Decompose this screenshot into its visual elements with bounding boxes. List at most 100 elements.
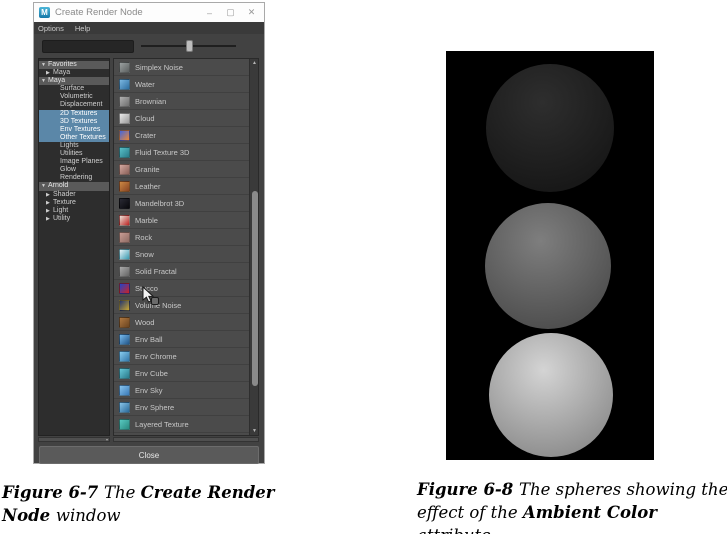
hscroll-arrow-icon: ▾ <box>106 438 108 442</box>
node-label: Crater <box>135 131 156 140</box>
tree-arrow-icon: ▼ <box>41 182 48 190</box>
tree-item-label: Other Textures <box>60 134 106 142</box>
icon-size-slider[interactable] <box>141 40 236 52</box>
tree-item-label: Lights <box>60 142 79 150</box>
node-list-item[interactable]: Rock <box>114 229 249 246</box>
tree-item[interactable]: ▶ Light <box>39 207 109 215</box>
node-list-item[interactable]: Volume Noise <box>114 297 249 314</box>
search-input[interactable] <box>42 40 134 53</box>
close-window-button[interactable]: ✕ <box>241 5 262 20</box>
scroll-down-icon[interactable]: ▼ <box>250 427 259 435</box>
list-hscrollbar[interactable] <box>113 437 259 442</box>
node-list-item[interactable]: Env Ball <box>114 331 249 348</box>
node-list-item[interactable]: Env Sphere <box>114 399 249 416</box>
maya-app-icon: M <box>39 7 50 18</box>
scrollbar-thumb[interactable] <box>252 191 258 387</box>
tree-item-label: Surface <box>60 85 84 93</box>
tree-item[interactable]: Image Planes <box>39 158 109 166</box>
tree-item[interactable]: Displacement <box>39 101 109 109</box>
node-label: Solid Fractal <box>135 267 177 276</box>
maximize-button[interactable]: ▢ <box>220 5 241 20</box>
node-label: Rock <box>135 233 152 242</box>
tree-item[interactable]: Utilities <box>39 150 109 158</box>
tree-item[interactable]: Surface <box>39 85 109 93</box>
node-label: Fluid Texture 3D <box>135 148 189 157</box>
tree-item[interactable]: ▶ Shader <box>39 191 109 199</box>
node-list-item[interactable]: Fluid Texture 3D <box>114 144 249 161</box>
node-icon <box>119 368 130 379</box>
tree-item-label: Maya <box>48 77 65 85</box>
spheres-figure-image <box>446 51 654 460</box>
panels: ▼ Favorites ▶ Maya ▼ Maya <box>34 58 264 436</box>
node-list-item[interactable]: Solid Fractal <box>114 263 249 280</box>
tree-item[interactable]: Lights <box>39 142 109 150</box>
node-icon <box>119 79 130 90</box>
menu-item[interactable]: Help <box>75 24 90 33</box>
node-label: Env Ball <box>135 335 163 344</box>
tree-item-label: Image Planes <box>60 158 103 166</box>
window-titlebar[interactable]: M Create Render Node – ▢ ✕ <box>34 3 264 22</box>
tree-item[interactable]: ▼ Maya <box>39 77 109 85</box>
tree-item[interactable]: ▶ Utility <box>39 215 109 223</box>
node-label: Marble <box>135 216 158 225</box>
close-button[interactable]: Close <box>39 446 259 464</box>
node-icon <box>119 130 130 141</box>
tree-item[interactable]: Glow <box>39 166 109 174</box>
node-list-item[interactable]: Simplex Noise <box>114 59 249 76</box>
node-label: Env Chrome <box>135 352 177 361</box>
node-label: Layered Texture <box>135 420 189 429</box>
figure-6-8-caption: Figure 6-8 The spheres showing the effec… <box>417 478 727 534</box>
node-list-item[interactable]: Env Chrome <box>114 348 249 365</box>
node-list-item[interactable]: Env Cube <box>114 365 249 382</box>
node-list-item[interactable]: Granite <box>114 161 249 178</box>
node-list-scrollbar[interactable]: ▲ ▼ <box>249 59 258 435</box>
node-list-item[interactable]: Env Sky <box>114 382 249 399</box>
node-list-item[interactable]: Mandelbrot 3D <box>114 195 249 212</box>
tree-item[interactable]: Env Textures <box>39 126 109 134</box>
node-list-item[interactable]: Leather <box>114 178 249 195</box>
node-label: Snow <box>135 250 154 259</box>
tree-item[interactable]: ▶ Maya <box>39 69 109 77</box>
tree-arrow-icon: ▼ <box>41 77 48 85</box>
slider-handle[interactable] <box>186 40 193 52</box>
sphere <box>485 203 611 329</box>
node-icon <box>119 283 130 294</box>
search-toolbar <box>34 34 264 58</box>
node-label: Granite <box>135 165 160 174</box>
node-icon <box>119 300 130 311</box>
tree-item[interactable]: Rendering <box>39 174 109 182</box>
node-list-item[interactable]: Snow <box>114 246 249 263</box>
node-list-item[interactable]: Marble <box>114 212 249 229</box>
tree-item[interactable]: 2D Textures <box>39 110 109 118</box>
tree-item-label: Maya <box>53 69 70 77</box>
tree-item[interactable]: ▶ Texture <box>39 199 109 207</box>
node-list-item[interactable]: Cloud <box>114 110 249 127</box>
node-icon <box>119 334 130 345</box>
scroll-up-icon[interactable]: ▲ <box>250 59 259 67</box>
tree-item[interactable]: ▼ Arnold <box>39 182 109 190</box>
node-list-item[interactable]: Crater <box>114 127 249 144</box>
tree-item[interactable]: ▼ Favorites <box>39 61 109 69</box>
tree-item[interactable]: 3D Textures <box>39 118 109 126</box>
node-list-item[interactable]: Wood <box>114 314 249 331</box>
node-list-panel: Simplex Noise Water Brownian <box>113 58 259 436</box>
node-list-item[interactable]: Brownian <box>114 93 249 110</box>
tree-arrow-icon: ▶ <box>46 207 53 215</box>
tree-item-label: Favorites <box>48 61 77 69</box>
menu-item[interactable]: Options <box>38 24 64 33</box>
tree-item-label: Shader <box>53 191 76 199</box>
tree-item-label: Utilities <box>60 150 83 158</box>
tree-item[interactable]: Volumetric <box>39 93 109 101</box>
minimize-button[interactable]: – <box>199 5 220 20</box>
node-list-item[interactable]: Stucco <box>114 280 249 297</box>
node-label: Stucco <box>135 284 158 293</box>
node-label: Brownian <box>135 97 166 106</box>
node-list-item[interactable]: Layered Texture <box>114 416 249 433</box>
node-icon <box>119 164 130 175</box>
tree-hscrollbar[interactable]: ▾ <box>38 437 110 442</box>
node-label: Simplex Noise <box>135 63 183 72</box>
node-icon <box>119 215 130 226</box>
node-list-item[interactable]: Water <box>114 76 249 93</box>
caption-segment: The <box>104 483 141 502</box>
tree-item[interactable]: Other Textures <box>39 134 109 142</box>
